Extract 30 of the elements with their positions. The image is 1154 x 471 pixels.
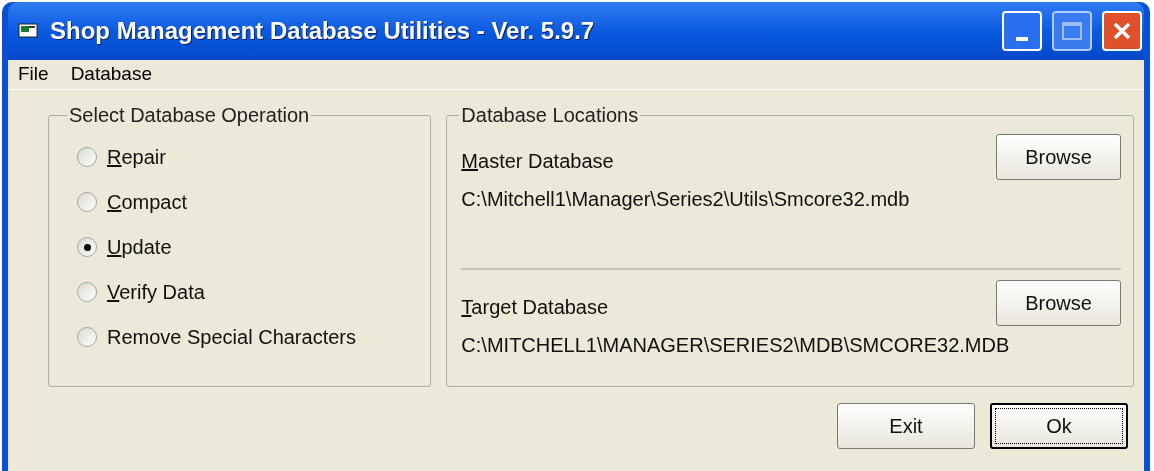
- group-title: Select Database Operation: [68, 103, 311, 128]
- radio-button[interactable]: [77, 147, 97, 167]
- menu-item[interactable]: Database: [70, 60, 152, 89]
- file-path: C:\Mitchell1\Manager\Series2\Utils\Smcore32.mdb: [461, 187, 911, 212]
- dialog-button[interactable]: Ok: [990, 403, 1128, 449]
- radio-button[interactable]: [77, 237, 97, 257]
- app-icon: [18, 22, 40, 40]
- group-title: Database Locations: [460, 103, 640, 128]
- radio-option[interactable]: Compact: [77, 187, 403, 217]
- radio-option[interactable]: Update: [77, 232, 403, 262]
- radio-option[interactable]: Remove Special Characters: [77, 322, 403, 352]
- browse-button[interactable]: Browse: [996, 134, 1121, 180]
- close-icon: [1112, 21, 1132, 41]
- window-title: Shop Management Database Utilities - Ver. 5.9.7: [50, 16, 596, 46]
- field-label: Master Database: [461, 149, 614, 174]
- radio-option[interactable]: Repair: [77, 142, 403, 172]
- browse-button[interactable]: Browse: [996, 280, 1121, 326]
- radio-button[interactable]: [77, 282, 97, 302]
- menu-item[interactable]: File: [18, 60, 49, 89]
- file-path: C:\MITCHELL1\MANAGER\SERIES2\MDB\SMCORE32.MDB: [461, 333, 1011, 358]
- minimize-button[interactable]: [1002, 11, 1042, 51]
- maximize-button[interactable]: [1052, 11, 1092, 51]
- maximize-icon: [1062, 22, 1082, 40]
- minimize-icon: [1016, 37, 1028, 41]
- radio-option[interactable]: Verify Data: [77, 277, 403, 307]
- field-label: Target Database: [461, 295, 609, 320]
- dialog-button[interactable]: Exit: [837, 403, 975, 449]
- radio-button[interactable]: [77, 192, 97, 212]
- close-button[interactable]: [1102, 11, 1142, 51]
- radio-button[interactable]: [77, 327, 97, 347]
